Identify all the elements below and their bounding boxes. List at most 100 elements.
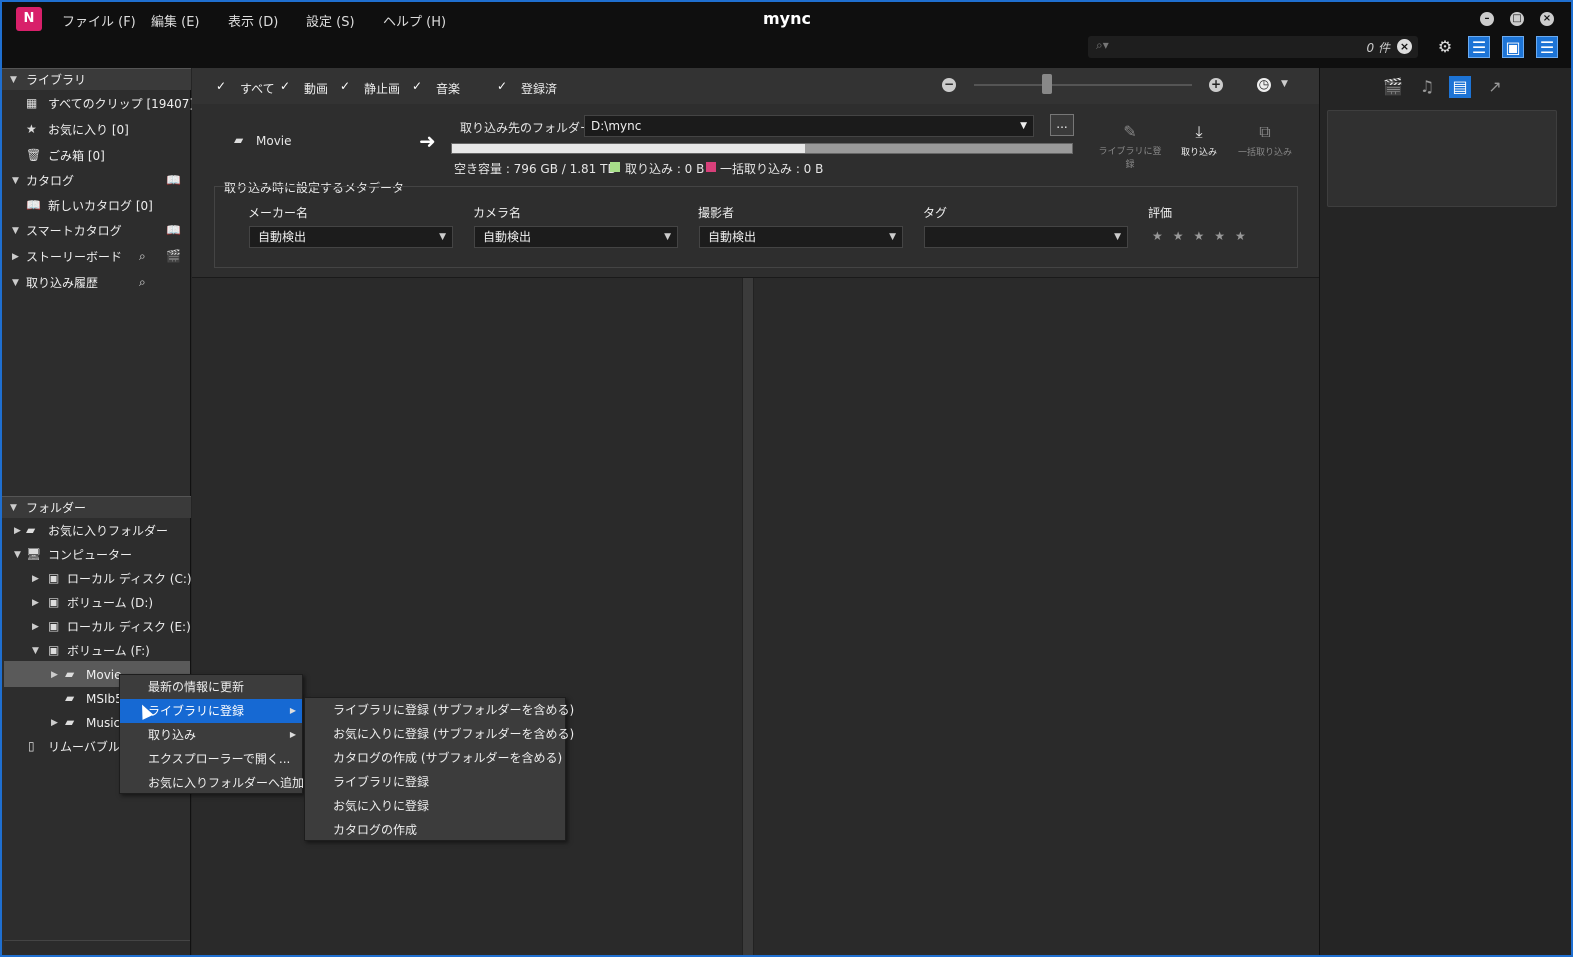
- thumbnail-view-icon[interactable]: ▣: [1502, 36, 1524, 58]
- library-header[interactable]: ▼ ライブラリ: [2, 68, 191, 90]
- tree-item-movie[interactable]: Movie: [86, 667, 122, 683]
- menu-settings[interactable]: 設定 (S): [306, 11, 355, 30]
- menu-edit[interactable]: 編集 (E): [151, 11, 200, 30]
- clock-icon[interactable]: ◷: [1257, 78, 1271, 92]
- sidebar-item-trash[interactable]: ごみ箱 [0]: [48, 148, 105, 164]
- tree-item-msib5[interactable]: MSIb5: [86, 691, 123, 707]
- filter-video-label: 動画: [304, 82, 329, 96]
- drive-d-expand-icon[interactable]: ▶: [32, 598, 39, 608]
- computer-expand-icon[interactable]: ▼: [14, 550, 21, 560]
- info-panel-icon[interactable]: ▤: [1449, 76, 1471, 98]
- storyboard-header[interactable]: ストーリーボード: [26, 249, 122, 265]
- smart-catalog-expand-icon[interactable]: ▼: [12, 226, 19, 236]
- tree-item-computer[interactable]: コンピューター: [48, 547, 132, 563]
- gear-icon[interactable]: ⚙: [1434, 36, 1456, 58]
- export-icon[interactable]: ↗: [1484, 76, 1506, 98]
- filter-bar: [192, 68, 1319, 104]
- catalog-header[interactable]: カタログ: [26, 173, 74, 189]
- import-history-expand-icon[interactable]: ▼: [12, 278, 19, 288]
- import-size-text: 取り込み : 0 B: [625, 162, 705, 176]
- drive-f-expand-icon[interactable]: ▼: [32, 646, 39, 656]
- movie-expand-icon[interactable]: ▶: [51, 670, 58, 680]
- add-catalog-icon[interactable]: 📖: [166, 173, 181, 187]
- menu-view[interactable]: 表示 (D): [228, 11, 278, 30]
- menu-item-refresh[interactable]: 最新の情報に更新: [120, 675, 302, 699]
- submenu-item-register-library-sub[interactable]: ライブラリに登録 (サブフォルダーを含める): [305, 698, 574, 722]
- folders-header-label: フォルダー: [26, 501, 87, 515]
- camera-value: 自動検出: [483, 230, 532, 244]
- menu-help[interactable]: ヘルプ (H): [383, 11, 446, 30]
- submenu-label: お気に入りに登録: [333, 799, 430, 813]
- add-storyboard-icon[interactable]: 🎬: [166, 249, 181, 263]
- list-view-icon[interactable]: ☰: [1468, 36, 1490, 58]
- smart-catalog-header[interactable]: スマートカタログ: [26, 223, 122, 239]
- submenu-item-create-catalog-sub[interactable]: カタログの作成 (サブフォルダーを含める): [305, 746, 565, 770]
- menu-file[interactable]: ファイル (F): [62, 11, 136, 30]
- photographer-select[interactable]: 自動検出 ▼: [699, 226, 903, 248]
- drive-icon: ▣: [48, 619, 60, 633]
- maker-value: 自動検出: [258, 230, 307, 244]
- register-library-button[interactable]: ✎ ライブラリに登録: [1095, 122, 1165, 170]
- rating-label: 評価: [1148, 206, 1173, 220]
- close-icon[interactable]: ×: [1540, 12, 1554, 26]
- menu-item-open-explorer[interactable]: エクスプローラーで開く...: [120, 747, 302, 771]
- storyboard-search-icon[interactable]: ⌕: [139, 249, 146, 264]
- catalog-expand-icon[interactable]: ▼: [12, 176, 19, 186]
- tree-item-drive-e[interactable]: ローカル ディスク (E:): [67, 619, 191, 635]
- zoom-slider-track[interactable]: [974, 84, 1192, 86]
- drive-e-expand-icon[interactable]: ▶: [32, 622, 39, 632]
- storyboard-expand-icon[interactable]: ▶: [12, 252, 19, 262]
- bulk-size-text: 一括取り込み : 0 B: [720, 162, 824, 176]
- clapperboard-icon[interactable]: 🎬: [1382, 76, 1404, 98]
- maker-select[interactable]: 自動検出 ▼: [249, 226, 453, 248]
- drive-c-expand-icon[interactable]: ▶: [32, 574, 39, 584]
- search-icon[interactable]: ⌕▾: [1096, 38, 1109, 53]
- sidebar-item-all-clips[interactable]: すべてのクリップ [19407]: [48, 96, 194, 112]
- submenu-item-register-favorite-sub[interactable]: お気に入りに登録 (サブフォルダーを含める): [305, 722, 574, 746]
- dest-folder-select[interactable]: D:\mync ▼: [584, 115, 1034, 137]
- favorite-folders-expand-icon[interactable]: ▶: [14, 526, 21, 536]
- pane-splitter[interactable]: [742, 278, 754, 955]
- minimize-icon[interactable]: –: [1480, 12, 1494, 26]
- clear-search-icon[interactable]: ×: [1397, 39, 1412, 54]
- menu-item-import[interactable]: 取り込み ▶: [120, 723, 302, 747]
- detail-view-icon[interactable]: ☰: [1536, 36, 1558, 58]
- submenu-item-register-favorite[interactable]: お気に入りに登録: [305, 794, 565, 818]
- tree-item-drive-d[interactable]: ボリューム (D:): [67, 595, 153, 611]
- bulk-import-button[interactable]: ⧉ 一括取り込み: [1230, 122, 1300, 158]
- zoom-slider-thumb[interactable]: [1042, 74, 1052, 94]
- tree-item-drive-f[interactable]: ボリューム (F:): [67, 643, 150, 659]
- tree-item-drive-c[interactable]: ローカル ディスク (C:): [67, 571, 192, 587]
- music-expand-icon[interactable]: ▶: [51, 718, 58, 728]
- browse-button[interactable]: ...: [1050, 114, 1074, 136]
- folders-header[interactable]: ▼ フォルダー: [2, 496, 191, 518]
- zoom-in-icon[interactable]: +: [1209, 78, 1223, 92]
- zoom-out-icon[interactable]: −: [942, 78, 956, 92]
- left-panel-scrollbar[interactable]: [4, 940, 190, 955]
- search-input[interactable]: ⌕▾ 0 件 ×: [1088, 36, 1418, 58]
- camera-select[interactable]: 自動検出 ▼: [474, 226, 678, 248]
- import-button[interactable]: ⤓ 取り込み: [1164, 122, 1234, 158]
- sidebar-item-new-catalog[interactable]: 新しいカタログ [0]: [48, 198, 153, 214]
- rating-stars[interactable]: ★★★★★: [1152, 229, 1256, 243]
- tag-select[interactable]: ▼: [924, 226, 1128, 248]
- maximize-icon[interactable]: □: [1510, 12, 1524, 26]
- tree-item-music[interactable]: Music: [86, 715, 120, 731]
- sort-dropdown-icon[interactable]: ▼: [1281, 79, 1288, 89]
- title-bar: N ファイル (F) 編集 (E) 表示 (D) 設定 (S) ヘルプ (H) …: [2, 2, 1571, 68]
- sidebar-item-favorites[interactable]: お気に入り [0]: [48, 122, 129, 138]
- music-note-icon[interactable]: ♫: [1416, 76, 1438, 98]
- check-icon: ✓: [340, 79, 351, 93]
- submenu-item-create-catalog[interactable]: カタログの作成: [305, 818, 565, 842]
- import-history-search-icon[interactable]: ⌕: [139, 275, 146, 290]
- tree-item-favorite-folders[interactable]: お気に入りフォルダー: [48, 523, 168, 539]
- filter-all-label: すべて: [240, 82, 275, 96]
- folder-icon: ▰: [234, 133, 244, 147]
- import-history-header[interactable]: 取り込み履歴: [26, 275, 98, 291]
- computer-icon: 🖥: [26, 547, 42, 561]
- storage-used-fill: [452, 144, 806, 153]
- submenu-item-register-library[interactable]: ライブラリに登録: [305, 770, 565, 794]
- add-smart-catalog-icon[interactable]: 📖: [166, 223, 181, 237]
- folder-icon: ▰: [65, 667, 75, 681]
- menu-item-add-favorite-folder[interactable]: お気に入りフォルダーへ追加: [120, 771, 304, 795]
